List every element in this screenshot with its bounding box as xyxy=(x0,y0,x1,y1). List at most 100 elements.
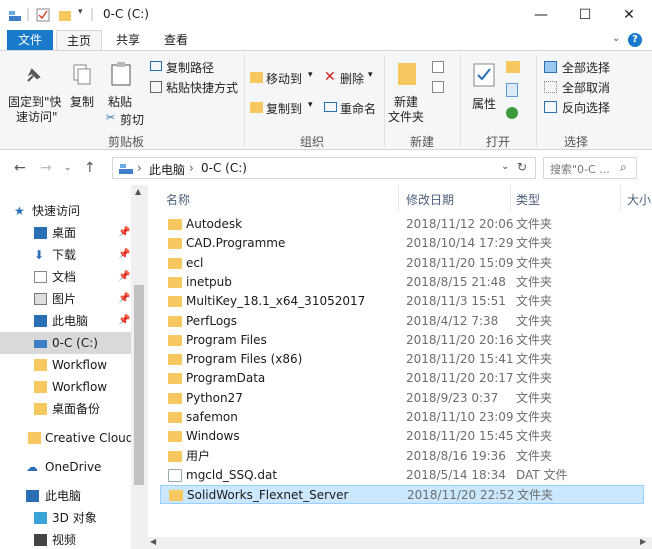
file-name: inetpub xyxy=(186,274,232,289)
table-row[interactable]: safemon 2018/11/10 23:09 文件夹 xyxy=(160,408,644,427)
nav-item-pictures[interactable]: 图片 📌 xyxy=(0,288,131,310)
scroll-left-icon[interactable]: ◀ xyxy=(150,537,156,546)
nav-item-workflow-2[interactable]: Workflow xyxy=(0,376,131,398)
table-row[interactable]: PerfLogs 2018/4/12 7:38 文件夹 xyxy=(160,312,644,331)
table-row[interactable]: Program Files (x86) 2018/11/20 15:41 文件夹 xyxy=(160,350,644,369)
breadcrumb-this-pc[interactable]: 此电脑 xyxy=(149,161,185,178)
nav-label: 图片 xyxy=(52,292,77,306)
table-row[interactable]: ProgramData 2018/11/20 20:17 文件夹 xyxy=(160,369,644,388)
horizontal-scrollbar[interactable]: ◀ ▶ xyxy=(146,537,652,549)
delete-button[interactable]: ✕ 删除 ▾ xyxy=(324,69,380,87)
address-dropdown-icon[interactable]: ⌄ xyxy=(501,161,509,172)
new-item-icon[interactable] xyxy=(432,61,444,73)
invert-selection-button[interactable]: 反向选择 xyxy=(544,99,614,115)
column-separator[interactable] xyxy=(620,185,621,211)
copy-path-button[interactable]: 复制路径 xyxy=(150,59,240,75)
properties-button[interactable]: 属性 xyxy=(466,55,502,125)
table-row[interactable]: Autodesk 2018/11/12 20:06 文件夹 xyxy=(160,215,644,234)
breadcrumb-drive[interactable]: 0-C (C:) xyxy=(201,161,247,175)
paste-shortcut-button[interactable]: 粘贴快捷方式 xyxy=(150,79,240,95)
scroll-right-icon[interactable]: ▶ xyxy=(640,537,646,546)
scroll-thumb[interactable] xyxy=(134,285,144,485)
select-none-label: 全部取消 xyxy=(562,81,611,95)
file-date: 2018/11/3 15:51 xyxy=(406,294,506,309)
minimize-button[interactable]: — xyxy=(518,0,564,30)
history-icon[interactable] xyxy=(506,107,518,119)
column-header-type[interactable]: 类型 xyxy=(516,191,540,208)
file-date: 2018/8/16 19:36 xyxy=(406,448,506,463)
recent-locations-icon[interactable]: ⌄ xyxy=(64,163,72,173)
table-row[interactable]: Program Files 2018/11/20 20:16 文件夹 xyxy=(160,331,644,350)
table-row[interactable]: CAD.Programme 2018/10/14 17:29 文件夹 xyxy=(160,234,644,253)
back-arrow-icon[interactable]: ← xyxy=(14,160,26,176)
column-separator[interactable] xyxy=(398,185,399,211)
table-row[interactable]: 用户 2018/8/16 19:36 文件夹 xyxy=(160,447,644,466)
folder-icon xyxy=(34,381,47,393)
chevron-down-icon: ▾ xyxy=(308,70,313,80)
tab-file[interactable]: 文件 xyxy=(7,30,53,50)
copy-to-button[interactable]: 复制到 ▾ xyxy=(250,99,320,117)
rename-label: 重命名 xyxy=(340,102,377,116)
table-row[interactable]: inetpub 2018/8/15 21:48 文件夹 xyxy=(160,273,644,292)
search-placeholder: 搜索"0-C ... xyxy=(550,163,610,176)
ribbon-expand-icon[interactable]: ⌄ xyxy=(612,33,620,44)
table-row[interactable]: SolidWorks_Flexnet_Server 2018/11/20 22:5… xyxy=(160,485,644,505)
table-row[interactable]: mgcld_SSQ.dat 2018/5/14 18:34 DAT 文件 xyxy=(160,466,644,485)
nav-item-downloads[interactable]: ⬇ 下载 📌 xyxy=(0,244,131,266)
customize-quick-access-icon[interactable]: ▾ xyxy=(78,7,83,17)
table-row[interactable]: Windows 2018/11/20 15:45 文件夹 xyxy=(160,427,644,446)
file-name: PerfLogs xyxy=(186,313,238,328)
new-folder-button[interactable]: 新建 文件夹 xyxy=(388,55,428,127)
select-none-button[interactable]: 全部取消 xyxy=(544,79,614,95)
paste-icon xyxy=(110,61,132,90)
search-box[interactable]: 搜索"0-C ... ⌕ xyxy=(543,157,637,179)
table-row[interactable]: ecl 2018/11/20 15:09 文件夹 xyxy=(160,254,644,273)
copy-button[interactable]: 复制 xyxy=(66,53,98,113)
nav-item-creative-cloud[interactable]: Creative Cloud F xyxy=(0,427,144,449)
column-header-size[interactable]: 大小 xyxy=(627,191,651,208)
nav-item-onedrive[interactable]: ☁ OneDrive xyxy=(0,456,131,478)
new-folder-icon[interactable] xyxy=(58,8,72,22)
edit-icon[interactable] xyxy=(506,83,518,97)
nav-item-this-pc[interactable]: 此电脑 📌 xyxy=(0,310,131,332)
properties-check-icon[interactable] xyxy=(36,8,50,22)
nav-item-desktop[interactable]: 桌面 📌 xyxy=(0,222,131,244)
column-separator[interactable] xyxy=(510,185,511,211)
easy-access-icon[interactable] xyxy=(432,81,444,93)
file-type: 文件夹 xyxy=(516,274,553,289)
help-icon[interactable]: ? xyxy=(628,33,642,47)
maximize-button[interactable]: ☐ xyxy=(562,0,608,30)
address-bar[interactable]: › 此电脑 › 0-C (C:) ⌄ ↻ xyxy=(112,157,536,179)
nav-item-workflow-1[interactable]: Workflow xyxy=(0,354,131,376)
nav-quick-access[interactable]: ★ 快速访问 xyxy=(0,200,131,222)
nav-scrollbar[interactable]: ▲ xyxy=(131,185,148,549)
open-icon[interactable] xyxy=(506,61,520,73)
nav-item-desktop-backup[interactable]: 桌面备份 xyxy=(0,398,131,420)
search-icon[interactable]: ⌕ xyxy=(620,160,627,175)
select-all-button[interactable]: 全部选择 xyxy=(544,59,614,75)
rename-button[interactable]: 重命名 xyxy=(324,99,380,117)
tab-view[interactable]: 查看 xyxy=(154,30,198,50)
forward-arrow-icon[interactable]: → xyxy=(40,160,52,176)
table-row[interactable]: Python27 2018/9/23 0:37 文件夹 xyxy=(160,389,644,408)
refresh-icon[interactable]: ↻ xyxy=(517,160,527,174)
tab-share[interactable]: 共享 xyxy=(106,30,150,50)
up-arrow-icon[interactable]: ↑ xyxy=(84,160,96,176)
nav-item-videos[interactable]: 视频 xyxy=(0,529,131,549)
nav-item-3d-objects[interactable]: 3D 对象 xyxy=(0,507,131,529)
table-row[interactable]: MultiKey_18.1_x64_31052017 2018/11/3 15:5… xyxy=(160,292,644,311)
scroll-up-icon[interactable]: ▲ xyxy=(135,187,141,196)
pin-quick-access-button[interactable]: 固定到"快 速访问" xyxy=(4,53,64,124)
nav-item-drive-c[interactable]: 0-C (C:) xyxy=(0,332,131,354)
cut-button[interactable]: ✂ 剪切 xyxy=(106,109,146,127)
close-button[interactable]: ✕ xyxy=(606,0,652,30)
paste-button[interactable]: 粘贴 xyxy=(104,53,138,109)
select-none-icon xyxy=(544,81,557,93)
column-header-date[interactable]: 修改日期 xyxy=(406,191,454,208)
file-date: 2018/10/14 17:29 xyxy=(406,236,514,251)
nav-item-documents[interactable]: 文档 📌 xyxy=(0,266,131,288)
nav-item-this-pc-root[interactable]: 此电脑 xyxy=(0,485,131,507)
tab-home[interactable]: 主页 xyxy=(56,30,102,51)
column-header-name[interactable]: 名称 xyxy=(166,191,190,208)
move-to-button[interactable]: 移动到 ▾ xyxy=(250,69,320,87)
